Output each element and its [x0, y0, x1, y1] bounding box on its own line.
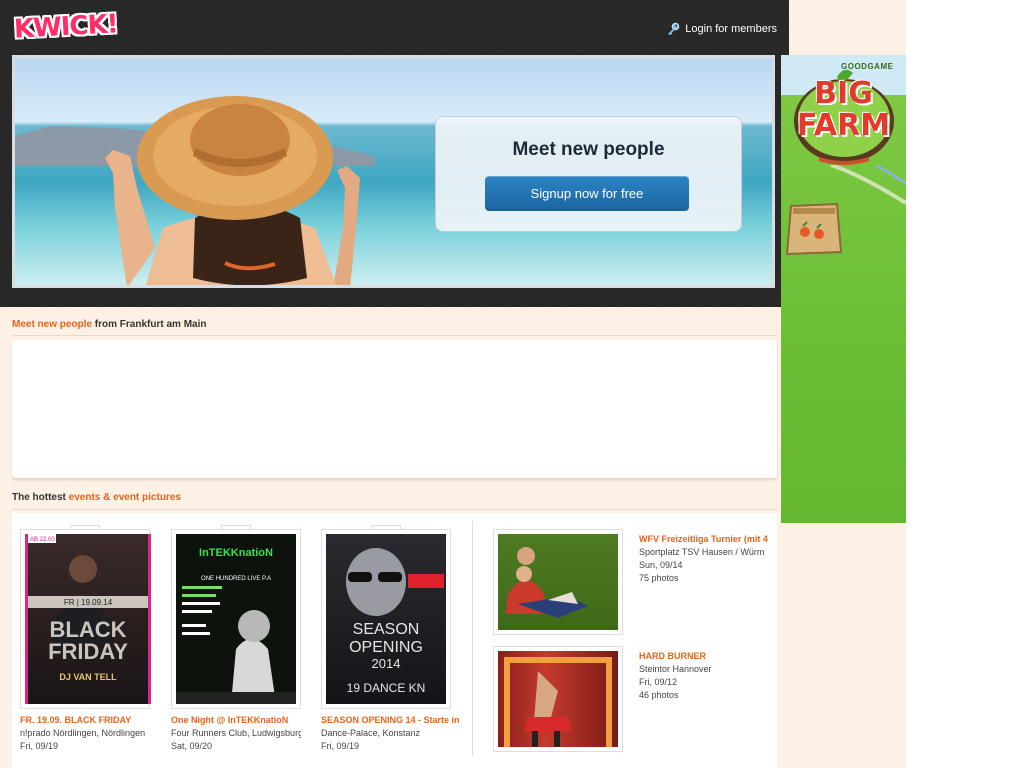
- photo-frame: [493, 646, 623, 752]
- album-count: 75 photos: [639, 573, 679, 583]
- events-panel: FR | 19.09.14 BLACK FRIDAY DJ VAN TELL A…: [12, 513, 777, 768]
- hero-image-woman-hat: [105, 96, 360, 285]
- event-poster[interactable]: FR | 19.09.14 BLACK FRIDAY DJ VAN TELL A…: [25, 534, 151, 704]
- album-location: Steintor Hannover: [639, 664, 712, 674]
- events-section-title: The hottest events & event pictures: [12, 492, 181, 503]
- album-date: Fri, 09/12: [639, 677, 678, 687]
- poster-text-4: 19 DANCE KN: [347, 681, 426, 695]
- event-title[interactable]: FR. 19.09. BLACK FRIDAY: [20, 715, 170, 725]
- event-poster-art: SEASON OPENING 2014 19 DANCE KN: [346, 548, 444, 695]
- page-gutter: [906, 0, 1024, 768]
- event-date: Sat, 09/20: [171, 741, 213, 751]
- event-poster-art: FR | 19.09.14 BLACK FRIDAY DJ VAN TELL A…: [28, 534, 148, 682]
- event-location: Four Runners Club, Ludwigsburg: [171, 728, 301, 738]
- album-info: HARD BURNER Steintor Hannover Fri, 09/12…: [639, 650, 769, 702]
- event-poster[interactable]: InTEKKnatioN ONE HUNDRED LIVE P.A: [176, 534, 296, 704]
- poster-text-1: SEASON: [353, 621, 420, 638]
- album-title[interactable]: HARD BURNER: [639, 650, 769, 663]
- event-title[interactable]: SEASON OPENING 14 - Starte in: [321, 715, 471, 725]
- seed-bag-icon: [785, 202, 843, 256]
- ad-title-line1: BIG: [814, 76, 873, 111]
- meet-people-link[interactable]: Meet new people: [12, 319, 92, 330]
- event-title[interactable]: One Night @ InTEKKnatioN: [171, 715, 321, 725]
- album-thumbnail-art: [506, 547, 588, 618]
- poster-text-1: InTEKKnatioN: [199, 547, 273, 559]
- event-date: Fri, 09/19: [321, 741, 360, 751]
- site-header: KWICK! Login for members Meet new people…: [0, 0, 789, 307]
- people-section-location: from Frankfurt am Main: [92, 319, 207, 330]
- poster-badge: AB 22.00: [30, 537, 55, 543]
- events-section-prefix: The hottest: [12, 492, 69, 503]
- signup-card: Meet new people Signup now for free: [435, 116, 742, 232]
- event-location: Dance-Palace, Konstanz: [321, 728, 421, 738]
- login-label: Login for members: [685, 23, 777, 35]
- events-link[interactable]: events & event pictures: [69, 492, 181, 503]
- poster-text-2: FRIDAY: [48, 639, 128, 664]
- event-poster[interactable]: SEASON OPENING 2014 19 DANCE KN: [326, 534, 446, 704]
- album-count: 46 photos: [639, 690, 679, 700]
- ad-brand: GOODGAME: [841, 62, 894, 71]
- hero-heading: Meet new people: [512, 139, 665, 160]
- album-location: Sportplatz TSV Hausen / Würm: [639, 547, 765, 557]
- key-icon: [668, 22, 680, 35]
- album-date: Sun, 09/14: [639, 560, 683, 570]
- hero-banner: Meet new people Signup now for free: [12, 55, 775, 288]
- album-info: WFV Freizeitliga Turnier (mit 4 Sportpla…: [639, 533, 769, 585]
- login-link[interactable]: Login for members: [666, 22, 777, 36]
- people-panel: [12, 340, 777, 478]
- album-thumbnail[interactable]: [498, 534, 618, 630]
- ad-field-path: [830, 165, 906, 205]
- divider: [12, 509, 777, 510]
- poster-text-2: ONE HUNDRED LIVE P.A: [201, 576, 271, 582]
- ad-title-line2: FARM: [796, 108, 891, 143]
- album-thumbnail-art: [504, 657, 612, 747]
- poster-text-3: 2014: [372, 656, 401, 671]
- event-poster-frame: FR | 19.09.14 BLACK FRIDAY DJ VAN TELL A…: [20, 529, 151, 709]
- events-separator: [472, 521, 473, 756]
- event-poster-art: InTEKKnatioN ONE HUNDRED LIVE P.A: [176, 547, 296, 704]
- event-date: Fri, 09/19: [20, 741, 59, 751]
- album-thumbnail[interactable]: [498, 651, 618, 747]
- event-poster-frame: SEASON OPENING 2014 19 DANCE KN: [321, 529, 451, 709]
- album-title[interactable]: WFV Freizeitliga Turnier (mit 4: [639, 533, 769, 546]
- people-section-title: Meet new people from Frankfurt am Main: [12, 319, 206, 330]
- poster-text-2: OPENING: [349, 639, 423, 656]
- poster-date: FR | 19.09.14: [64, 598, 113, 607]
- photo-frame: [493, 529, 623, 635]
- kwick-logo[interactable]: KWICK!: [11, 8, 120, 46]
- event-poster-frame: InTEKKnatioN ONE HUNDRED LIVE P.A: [171, 529, 301, 709]
- divider: [12, 335, 777, 336]
- signup-button[interactable]: Signup now for free: [485, 176, 689, 211]
- poster-text-3: DJ VAN TELL: [59, 672, 117, 682]
- event-location: n!prado Nördlingen, Nördlingen: [20, 728, 146, 738]
- big-farm-advertisement[interactable]: GOODGAME BIG FARM: [781, 55, 906, 523]
